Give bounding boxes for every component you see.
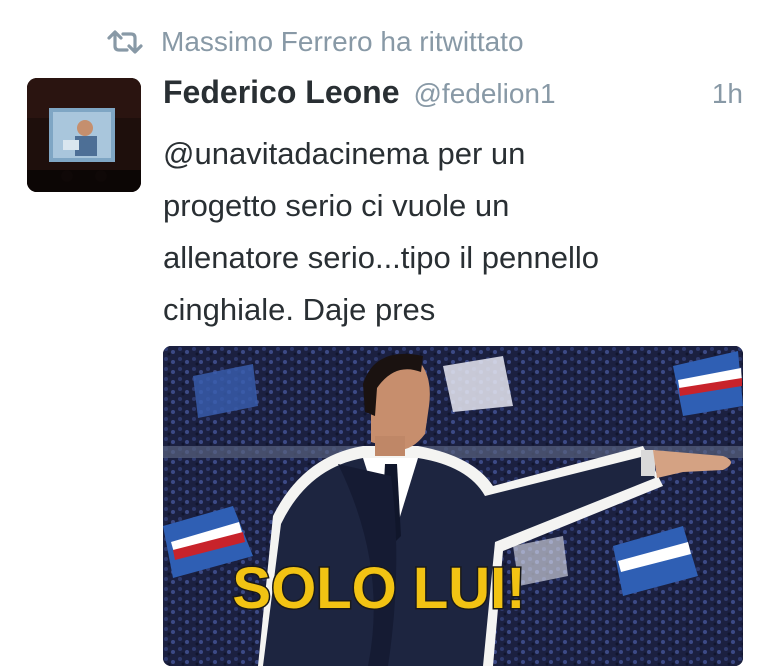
tweet-text-line: progetto serio ci vuole un <box>163 188 510 223</box>
tweet-text-line: @unavitadacinema per un <box>163 136 526 171</box>
media-caption: SOLO LUI! <box>232 556 525 621</box>
retweet-icon <box>107 30 143 54</box>
tweet-text-line: allenatore serio...tipo il pennello <box>163 240 599 275</box>
user-handle[interactable]: @fedelion1 <box>414 78 556 110</box>
retweet-context: Massimo Ferrero ha ritwittato <box>105 26 524 58</box>
retweet-text[interactable]: Massimo Ferrero ha ritwittato <box>161 26 524 58</box>
avatar[interactable] <box>27 78 141 192</box>
tweet-header: Federico Leone @fedelion1 1h <box>163 74 743 111</box>
display-name[interactable]: Federico Leone <box>163 74 400 111</box>
tweet-text: @unavitadacinema per un progetto serio c… <box>163 128 743 336</box>
tweet-text-line: cinghiale. Daje pres <box>163 292 436 327</box>
media-image: SOLO LUI! <box>163 346 743 666</box>
avatar-image <box>27 78 141 192</box>
tweet-media[interactable]: SOLO LUI! <box>163 346 743 666</box>
timestamp[interactable]: 1h <box>712 78 743 110</box>
